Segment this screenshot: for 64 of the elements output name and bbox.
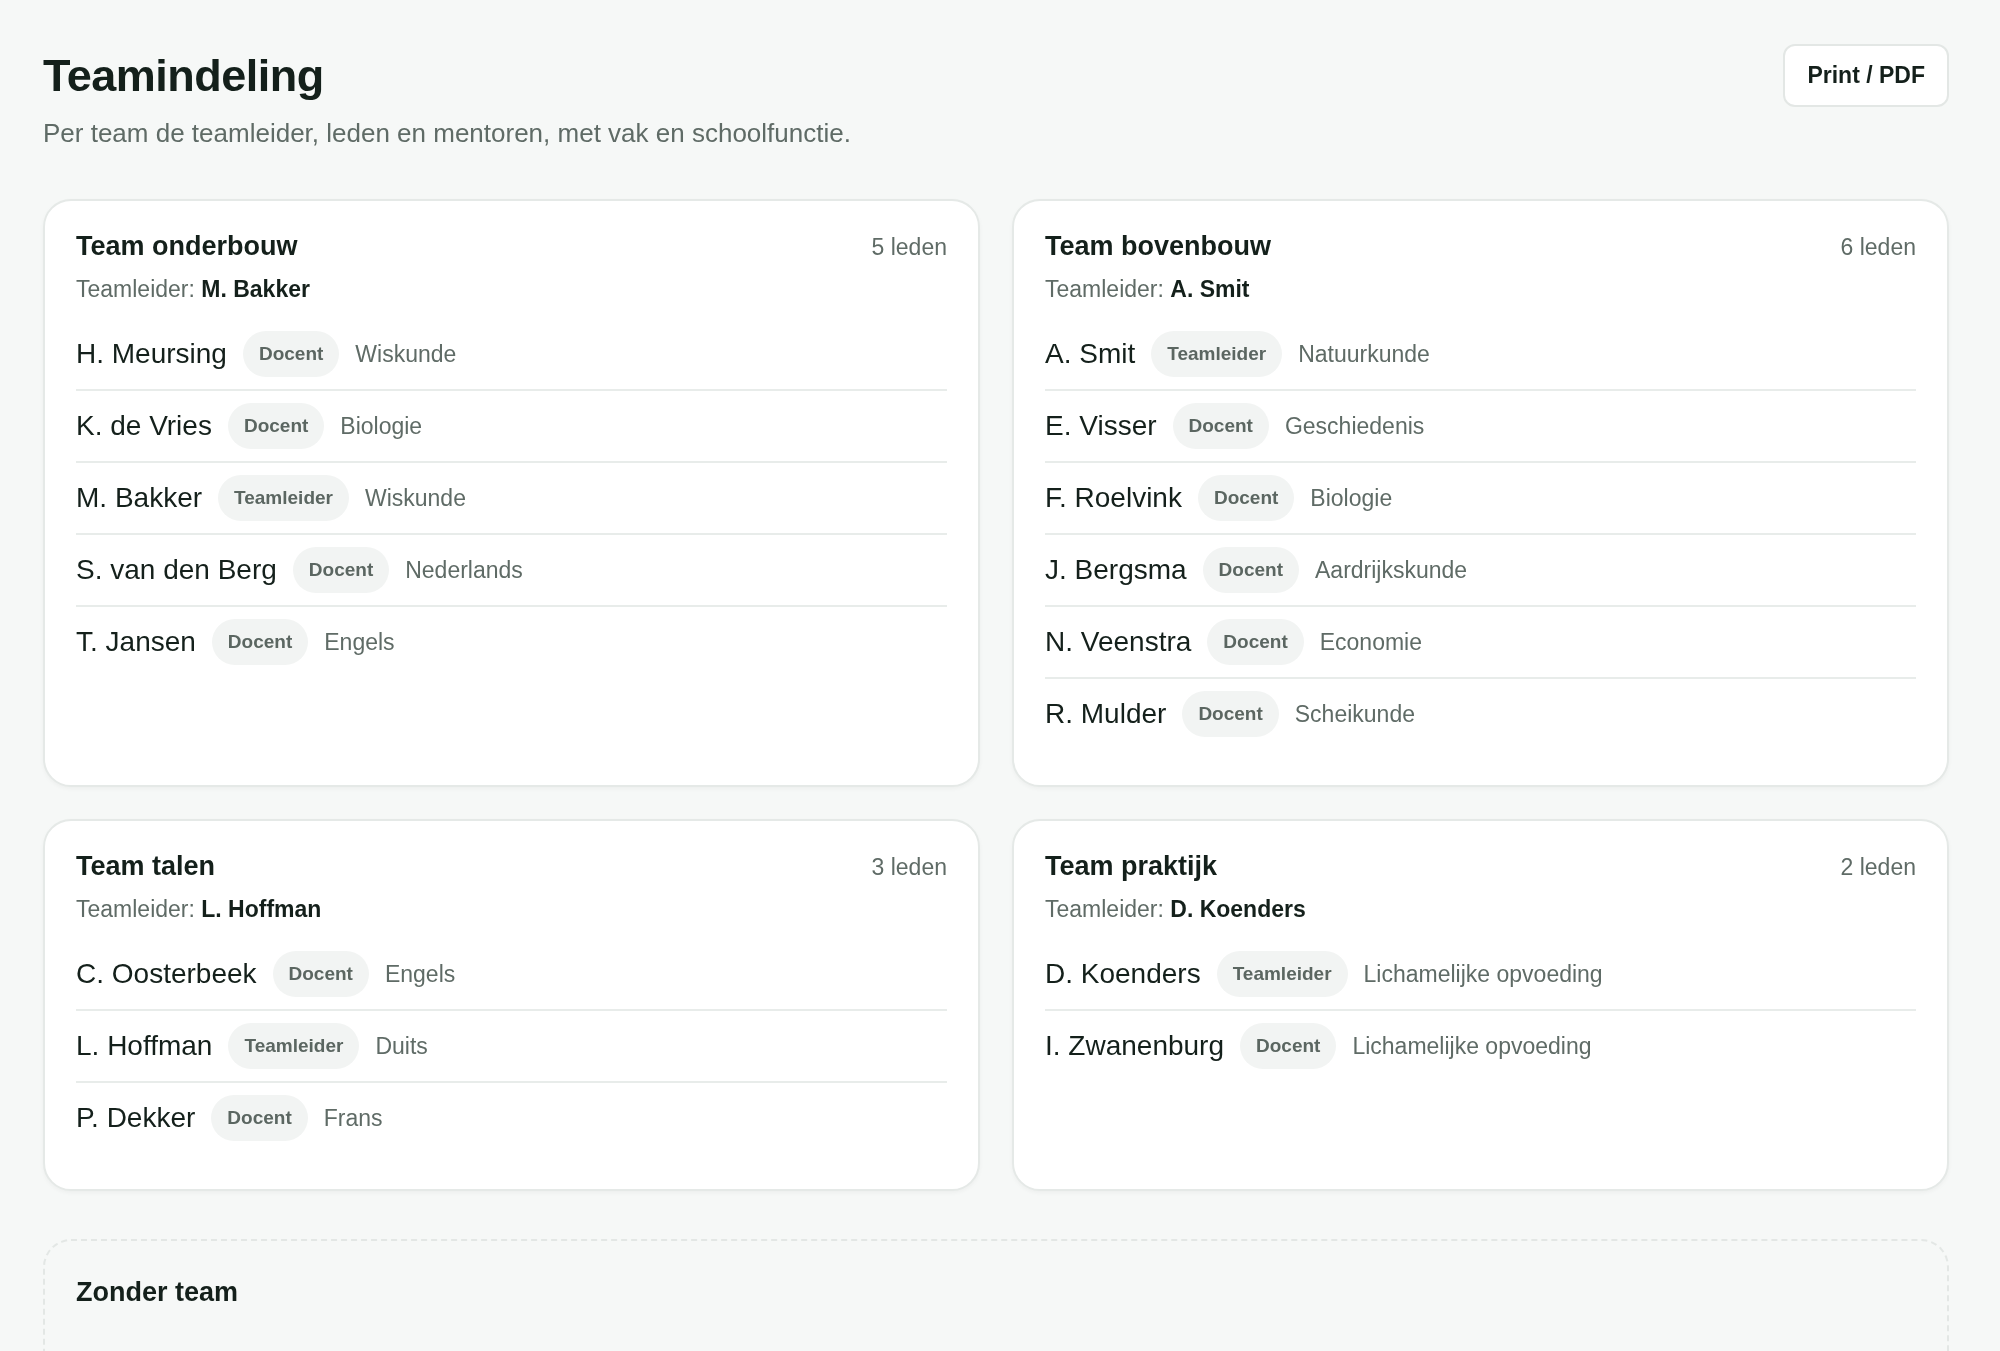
team-name: Team talen bbox=[76, 851, 216, 882]
role-badge: Docent bbox=[1182, 691, 1279, 737]
role-badge: Docent bbox=[227, 403, 325, 449]
member-name: K. de Vries bbox=[76, 410, 212, 442]
member-name: M. Bakker bbox=[76, 482, 203, 514]
subject-label: Wiskunde bbox=[364, 484, 466, 512]
member-name: A. Smit bbox=[1045, 338, 1136, 370]
member-name: J. Bergsma bbox=[1045, 554, 1187, 586]
role-badge: Docent bbox=[1172, 403, 1269, 449]
subject-label: Biologie bbox=[1310, 484, 1393, 512]
member-name: P. Dekker bbox=[76, 1102, 196, 1134]
subject-label: Engels bbox=[324, 628, 395, 656]
subject-label: Lichamelijke opvoeding bbox=[1363, 960, 1603, 988]
role-badge: Docent bbox=[242, 331, 340, 377]
member-name: C. Oosterbeek bbox=[76, 958, 257, 990]
member-count: 3 leden bbox=[871, 854, 947, 881]
member-count: 6 leden bbox=[1840, 234, 1916, 261]
subject-label: Engels bbox=[384, 960, 456, 988]
subject-label: Scheikunde bbox=[1294, 700, 1415, 728]
subject-label: Duits bbox=[375, 1032, 428, 1060]
role-badge: Docent bbox=[211, 1095, 308, 1141]
member-name: T. Jansen bbox=[76, 626, 196, 658]
role-badge: Docent bbox=[211, 619, 309, 665]
section-title: Zonder team bbox=[76, 1277, 240, 1308]
team-name: Team praktijk bbox=[1045, 851, 1218, 882]
subject-label: Aardrijkskunde bbox=[1315, 556, 1468, 584]
member-name: L. Hoffman bbox=[76, 1030, 213, 1062]
member-name: H. Meursing bbox=[76, 338, 227, 370]
member-name: F. Roelvink bbox=[1045, 482, 1182, 514]
subject-label: Lichamelijke opvoeding bbox=[1352, 1032, 1592, 1060]
member-count: 2 leden bbox=[1840, 854, 1916, 881]
role-badge: Teamleider bbox=[1151, 331, 1283, 377]
role-badge: Docent bbox=[1202, 547, 1299, 593]
member-name: N. Veenstra bbox=[1045, 626, 1192, 658]
subject-label: Natuurkunde bbox=[1298, 340, 1430, 368]
member-count: 5 leden bbox=[871, 234, 947, 261]
team-leader: Teamleider: M. Bakker bbox=[76, 276, 311, 303]
subject-label: Biologie bbox=[340, 412, 423, 440]
role-badge: Docent bbox=[272, 951, 369, 997]
role-badge: Teamleider bbox=[228, 1023, 360, 1069]
subject-label: Economie bbox=[1319, 628, 1422, 656]
subject-label: Frans bbox=[323, 1104, 383, 1132]
subject-label: Nederlands bbox=[405, 556, 523, 584]
role-badge: Docent bbox=[1207, 619, 1304, 665]
subject-label: Wiskunde bbox=[355, 340, 457, 368]
print-button[interactable]: Print / PDF bbox=[1783, 44, 1949, 107]
member-name: E. Visser bbox=[1045, 410, 1157, 442]
role-badge: Teamleider bbox=[1216, 951, 1348, 997]
member-name: I. Zwanenburg bbox=[1045, 1030, 1224, 1062]
page-title: Teamindeling bbox=[43, 50, 325, 102]
member-name: D. Koenders bbox=[1045, 958, 1201, 990]
role-badge: Docent bbox=[1197, 475, 1295, 521]
team-leader: Teamleider: D. Koenders bbox=[1045, 896, 1307, 923]
team-leader: Teamleider: L. Hoffman bbox=[76, 896, 323, 923]
role-badge: Docent bbox=[292, 547, 390, 593]
team-leader: Teamleider: A. Smit bbox=[1045, 276, 1251, 303]
team-name: Team bovenbouw bbox=[1045, 231, 1272, 262]
role-badge: Docent bbox=[1240, 1023, 1337, 1069]
role-badge: Teamleider bbox=[218, 475, 349, 521]
page-subtitle: Per team de teamleider, leden en mentoren, met vak en schoolfunctie. bbox=[43, 118, 851, 149]
member-name: S. van den Berg bbox=[76, 554, 277, 586]
member-name: R. Mulder bbox=[1045, 698, 1167, 730]
subject-label: Geschiedenis bbox=[1284, 412, 1425, 440]
team-name: Team onderbouw bbox=[76, 231, 298, 262]
